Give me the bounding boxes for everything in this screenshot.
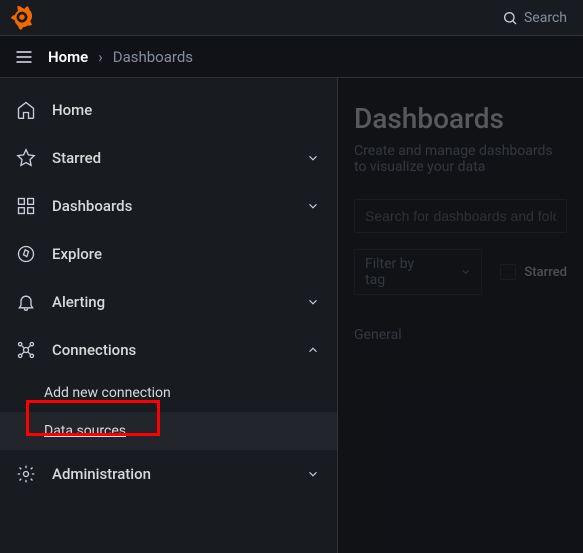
connections-icon — [16, 340, 36, 360]
grafana-icon — [11, 6, 33, 30]
sidebar-item-label: Connections — [52, 341, 289, 359]
chevron-down-icon — [305, 294, 321, 310]
sidebar-item-home[interactable]: Home — [0, 86, 337, 134]
sidebar-item-label: Dashboards — [52, 197, 289, 215]
sidebar-subitem-label: Add new connection — [44, 385, 171, 401]
page-description: Create and manage dashboards to visualiz… — [354, 143, 567, 175]
sidebar-subitem-data-sources[interactable]: Data sources — [0, 412, 337, 450]
star-icon — [16, 148, 36, 168]
sidebar-item-explore[interactable]: Explore — [0, 230, 337, 278]
starred-filter-label: Starred — [524, 265, 567, 280]
chevron-up-icon — [305, 342, 321, 358]
tag-filter-select[interactable]: Filter by tag — [354, 249, 482, 295]
sidebar-item-connections[interactable]: Connections — [0, 326, 337, 374]
tag-filter-label: Filter by tag — [365, 256, 436, 288]
sidebar-item-alerting[interactable]: Alerting — [0, 278, 337, 326]
gear-icon — [16, 464, 36, 484]
dashboard-search-input[interactable] — [354, 199, 567, 233]
bell-icon — [16, 292, 36, 312]
home-icon — [16, 100, 36, 120]
sidebar-subitem-add-connection[interactable]: Add new connection — [0, 374, 337, 412]
chevron-down-icon — [305, 150, 321, 166]
breadcrumb-current[interactable]: Dashboards — [113, 48, 193, 66]
sidebar-item-label: Starred — [52, 149, 289, 167]
sidebar-item-label: Administration — [52, 465, 289, 483]
hamburger-icon — [14, 47, 34, 67]
folder-general[interactable]: General — [354, 319, 567, 351]
sidebar-item-label: Alerting — [52, 293, 289, 311]
sidebar-subitem-label: Data sources — [44, 423, 126, 439]
chevron-down-icon — [460, 266, 472, 278]
chevron-down-icon — [305, 466, 321, 482]
breadcrumb-separator: › — [98, 48, 103, 66]
starred-checkbox[interactable] — [500, 264, 516, 280]
breadcrumb: Home › Dashboards — [48, 48, 193, 66]
grafana-logo[interactable] — [8, 4, 36, 32]
sidebar-item-label: Explore — [52, 245, 321, 263]
sidebar: Home Starred Dashboards Explore — [0, 78, 338, 553]
search-label: Search — [524, 10, 567, 26]
sidebar-item-label: Home — [52, 101, 321, 119]
chevron-down-icon — [305, 198, 321, 214]
breadcrumb-root[interactable]: Home — [48, 48, 88, 66]
starred-filter[interactable]: Starred — [500, 264, 567, 280]
content-area: Dashboards Create and manage dashboards … — [338, 78, 583, 553]
sidebar-item-dashboards[interactable]: Dashboards — [0, 182, 337, 230]
sidebar-item-administration[interactable]: Administration — [0, 450, 337, 498]
global-search[interactable]: Search — [494, 6, 575, 30]
compass-icon — [16, 244, 36, 264]
search-icon — [502, 10, 518, 26]
page-title: Dashboards — [354, 102, 567, 135]
dashboard-icon — [16, 196, 36, 216]
sidebar-item-starred[interactable]: Starred — [0, 134, 337, 182]
menu-toggle[interactable] — [12, 45, 36, 69]
